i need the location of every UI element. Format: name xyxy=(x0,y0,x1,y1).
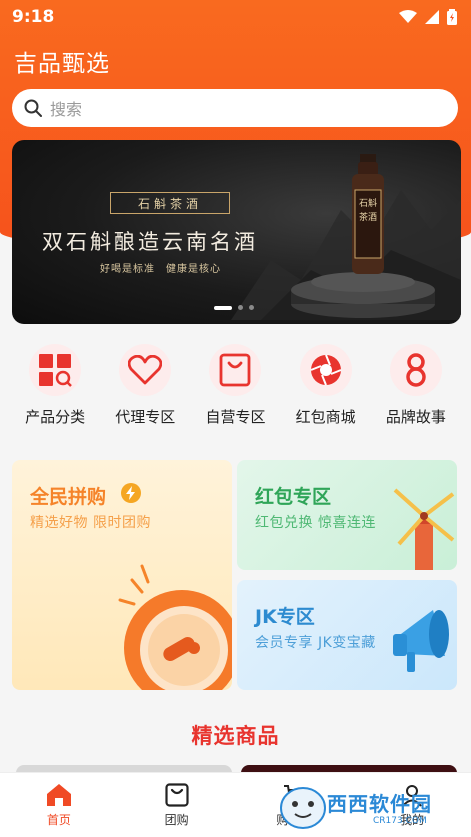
carousel-dot-active[interactable] xyxy=(214,305,232,310)
promo-subtitle: 精选好物 限时团购 xyxy=(30,515,151,531)
svg-text:茶酒: 茶酒 xyxy=(359,211,377,223)
heart-icon xyxy=(119,344,172,396)
alarm-clock-illustration xyxy=(118,564,232,690)
category-label: 自营专区 xyxy=(205,408,266,426)
promo-group-buy[interactable]: 全民拼购 精选好物 限时团购 xyxy=(12,460,232,690)
app-title: 吉品甄选 xyxy=(14,51,110,77)
battery-icon xyxy=(447,9,457,25)
promo-jk[interactable]: JK专区 会员专享 JK变宝藏 xyxy=(237,580,457,690)
shopping-bag-icon xyxy=(165,782,189,807)
shopping-bag-icon xyxy=(209,344,262,396)
status-bar: 9:18 xyxy=(0,0,471,34)
section-title: 精选商品 xyxy=(191,724,280,748)
banner-subline: 好喝是标准 健康是核心 xyxy=(100,264,221,275)
search-icon xyxy=(24,99,42,117)
category-red-packet[interactable]: 红包商城 xyxy=(286,344,366,434)
home-icon xyxy=(46,783,71,806)
category-label: 产品分类 xyxy=(25,408,86,426)
signal-icon xyxy=(425,10,439,24)
wifi-icon xyxy=(399,10,417,23)
tab-label: 首页 xyxy=(46,812,71,827)
promo-subtitle: 会员专享 JK变宝藏 xyxy=(255,635,376,651)
category-agent[interactable]: 代理专区 xyxy=(105,344,185,434)
brand-icon xyxy=(389,344,442,396)
watermark-logo: 西西软件园 CR173.COM xyxy=(275,782,455,832)
category-label: 红包商城 xyxy=(295,408,356,426)
category-brand-story[interactable]: 品牌故事 xyxy=(376,344,456,434)
watermark-mascot-icon xyxy=(280,787,326,829)
aperture-icon xyxy=(299,344,352,396)
megaphone-illustration xyxy=(393,610,449,672)
svg-text:石斛: 石斛 xyxy=(359,197,377,209)
carousel-indicator xyxy=(214,305,254,310)
category-self-operated[interactable]: 自营专区 xyxy=(195,344,275,434)
promo-red-packet[interactable]: 红包专区 红包兑换 惊喜连连 xyxy=(237,460,457,570)
search-placeholder: 搜索 xyxy=(50,100,83,119)
category-icon xyxy=(29,344,82,396)
category-product[interactable]: 产品分类 xyxy=(15,344,95,434)
watermark-text: 西西软件园 xyxy=(327,792,432,816)
category-nav: 产品分类 代理专区 自营专区 红包商城 品牌故事 xyxy=(0,344,471,434)
promo-subtitle: 红包兑换 惊喜连连 xyxy=(255,515,376,531)
tab-home[interactable]: 首页 xyxy=(0,773,118,837)
promo-banner[interactable]: 石斛茶酒 双石斛酿造云南名酒 好喝是标准 健康是核心 石斛 茶酒 xyxy=(12,140,461,324)
promo-title: 红包专区 xyxy=(255,486,332,508)
carousel-dot[interactable] xyxy=(249,305,254,310)
tab-label: 团购 xyxy=(164,812,189,827)
category-label: 代理专区 xyxy=(115,408,176,426)
promo-title: JK专区 xyxy=(255,606,315,628)
watermark-url: CR173.COM xyxy=(373,816,427,826)
tab-group-buy[interactable]: 团购 xyxy=(118,773,236,837)
windmill-illustration xyxy=(393,488,455,570)
search-input[interactable]: 搜索 xyxy=(12,89,458,127)
carousel-dot[interactable] xyxy=(238,305,243,310)
wine-bottle-graphic: 石斛 茶酒 xyxy=(352,154,384,274)
status-time: 9:18 xyxy=(12,7,55,27)
banner-headline: 双石斛酿造云南名酒 xyxy=(42,230,258,254)
status-icons xyxy=(399,9,457,25)
banner-seal: 石斛茶酒 xyxy=(110,192,230,214)
promo-title: 全民拼购 xyxy=(30,486,107,508)
lightning-icon xyxy=(121,483,141,503)
category-label: 品牌故事 xyxy=(385,408,446,426)
